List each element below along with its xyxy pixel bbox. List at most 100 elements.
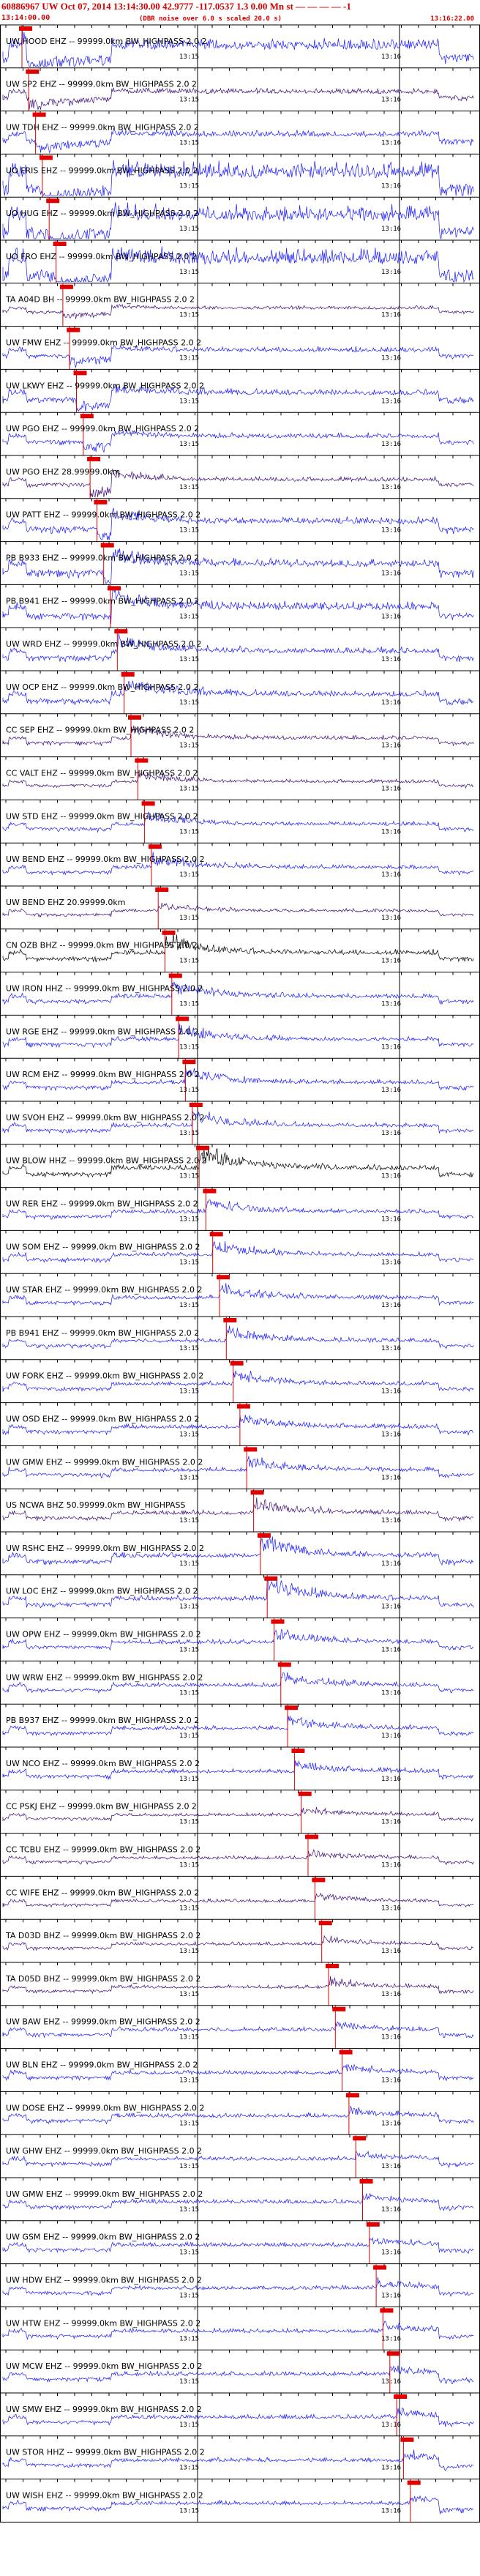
tick-label-1315: 13:15 — [179, 1604, 199, 1611]
tick-label-1316: 13:16 — [381, 1517, 401, 1525]
channel-label: CC PSKJ EHZ -- 99999.0km BW_HIGHPASS 2.0… — [6, 1802, 197, 1812]
channel-label: UW GSM EHZ -- 99999.0km BW_HIGHPASS 2.0 … — [6, 2233, 200, 2242]
tick-label-1316: 13:16 — [381, 226, 401, 233]
channel-trace: UW FORK EHZ -- 99999.0km BW_HIGHPASS 2.0… — [0, 1359, 480, 1403]
channel-label: UW PGO EHZ -- 99999.0km BW_HIGHPASS 2.0 … — [6, 424, 199, 433]
tick-label-1315: 13:15 — [179, 312, 199, 319]
tick-label-1316: 13:16 — [381, 2034, 401, 2041]
channel-trace: CN OZB BHZ -- 99999.0km BW_HIGHPASS 2.0 … — [0, 928, 480, 972]
tick-label-1316: 13:16 — [381, 1216, 401, 1224]
tick-label-1316: 13:16 — [381, 1776, 401, 1783]
tick-label-1316: 13:16 — [381, 656, 401, 663]
tick-label-1316: 13:16 — [381, 1560, 401, 1568]
tick-label-1315: 13:15 — [179, 1043, 199, 1051]
channel-trace: PB B933 EHZ -- 99999.0km BW_HIGHPASS 2.0… — [0, 541, 480, 585]
tick-label-1316: 13:16 — [381, 2508, 401, 2515]
channel-trace: UW GSM EHZ -- 99999.0km BW_HIGHPASS 2.0 … — [0, 2220, 480, 2264]
tick-label-1316: 13:16 — [381, 140, 401, 147]
tick-label-1316: 13:16 — [381, 1130, 401, 1137]
channel-trace: UW GMW EHZ -- 99999.0km BW_HIGHPASS 2.0 … — [0, 1445, 480, 1489]
tick-label-1316: 13:16 — [381, 1087, 401, 1094]
channel-label: TA D05D BHZ -- 99999.0km BW_HIGHPASS 2.0… — [5, 1974, 200, 1984]
tick-label-1316: 13:16 — [381, 1732, 401, 1740]
tick-label-1315: 13:15 — [179, 915, 199, 922]
tick-label-1316: 13:16 — [381, 1948, 401, 1955]
tick-label-1316: 13:16 — [381, 828, 401, 835]
tick-label-1315: 13:15 — [179, 1862, 199, 1869]
phase-pick — [326, 1964, 339, 1968]
channel-label: UW GHW EHZ -- 99999.0km BW_HIGHPASS 2.0 … — [6, 2146, 202, 2156]
phase-pick — [196, 1145, 210, 1150]
tick-label-1316: 13:16 — [381, 527, 401, 535]
channel-label: UW OPW EHZ -- 99999.0km BW_HIGHPASS 2.0 … — [6, 1630, 201, 1639]
channel-trace: UW HTW EHZ -- 99999.0km BW_HIGHPASS 2.0 … — [0, 2306, 480, 2350]
tick-label-1316: 13:16 — [381, 1259, 401, 1266]
tick-label-1316: 13:16 — [381, 1173, 401, 1180]
waveform — [2, 87, 474, 110]
channel-label: UW IRON HHZ -- 99999.0km BW_HIGHPASS 2.0… — [6, 984, 203, 994]
channel-trace: UW IRON HHZ -- 99999.0km BW_HIGHPASS 2.0… — [0, 972, 480, 1016]
channel-label: UW LOC EHZ -- 99999.0km BW_HIGHPASS 2.0 … — [6, 1587, 198, 1596]
tick-label-1315: 13:15 — [179, 1173, 199, 1180]
tick-label-1315: 13:15 — [179, 958, 199, 965]
channel-label: CC WIFE EHZ -- 99999.0km BW_HIGHPASS 2.0… — [6, 1888, 199, 1897]
channel-label: UW RGE EHZ -- 99999.0km BW_HIGHPASS 2.0 … — [6, 1027, 199, 1036]
phase-pick — [318, 1921, 332, 1926]
tick-label-1315: 13:15 — [179, 1776, 199, 1783]
channel-trace: US NCWA BHZ 50.99999.0km BW_HIGHPASS 13:1… — [0, 1488, 480, 1532]
tick-label-1316: 13:16 — [381, 786, 401, 793]
tick-label-1315: 13:15 — [179, 1474, 199, 1481]
tick-label-1315: 13:15 — [179, 53, 199, 61]
channel-label: UW WRW EHZ -- 99999.0km BW_HIGHPASS 2.0 … — [6, 1672, 203, 1682]
channel-label: PB B941 EHZ -- 99999.0km BW_HIGHPASS 2.0… — [6, 596, 199, 606]
channel-trace: UW FMW EHZ -- 99999.0km BW_HIGHPASS 2.0 … — [0, 326, 480, 370]
channel-label: UW OCP EHZ -- 99999.0km BW_HIGHPASS 2.0 … — [6, 682, 198, 692]
tick-label-1315: 13:15 — [179, 484, 199, 491]
tick-label-1315: 13:15 — [179, 97, 199, 104]
tick-label-1315: 13:15 — [179, 2378, 199, 2386]
phase-pick — [155, 887, 169, 892]
phase-pick — [394, 2394, 408, 2399]
channel-label: TA A04D BH -- 99999.0km BW_HIGHPASS 2.0 … — [5, 295, 195, 305]
channel-label: UW STOR HHZ -- 99999.0km BW_HIGHPASS 2.0… — [6, 2448, 205, 2457]
tick-label-1315: 13:15 — [179, 613, 199, 620]
phase-pick — [176, 1016, 190, 1021]
tick-label-1315: 13:15 — [179, 1517, 199, 1525]
channel-trace: PB B941 EHZ -- 99999.0km BW_HIGHPASS 2.0… — [0, 1316, 480, 1360]
channel-trace: CC WIFE EHZ -- 99999.0km BW_HIGHPASS 2.0… — [0, 1875, 480, 1920]
channel-label: UW WRD EHZ -- 99999.0km BW_HIGHPASS 2.0 … — [6, 639, 201, 649]
phase-pick — [366, 2222, 380, 2227]
phase-pick — [121, 672, 135, 677]
tick-label-1316: 13:16 — [381, 570, 401, 578]
channel-label: UW FMW EHZ -- 99999.0km BW_HIGHPASS 2.0 … — [6, 338, 201, 348]
tick-label-1315: 13:15 — [179, 269, 199, 276]
channel-trace: UW NCO EHZ -- 99999.0km BW_HIGHPASS 2.0 … — [0, 1746, 480, 1790]
channel-label: UW FORK EHZ -- 99999.0km BW_HIGHPASS 2.0… — [6, 1371, 203, 1381]
channel-label: UW RER EHZ -- 99999.0km BW_HIGHPASS 2.0 … — [6, 1199, 198, 1209]
tick-label-1315: 13:15 — [179, 2465, 199, 2472]
phase-pick — [108, 586, 121, 591]
phase-pick — [298, 1791, 312, 1796]
phase-pick — [312, 1877, 326, 1883]
channel-trace: UW SP2 EHZ -- 99999.0km BW_HIGHPASS 2.0 … — [0, 67, 480, 111]
channel-trace: UW BLN EHZ -- 99999.0km BW_HIGHPASS 2.0 … — [0, 2048, 480, 2092]
channel-trace: UW PGO EHZ -- 99999.0km BW_HIGHPASS 2.0 … — [0, 412, 480, 455]
tick-label-1316: 13:16 — [381, 2206, 401, 2214]
channel-label: UW DOSE EHZ -- 99999.0km BW_HIGHPASS 2.0… — [6, 2103, 205, 2112]
channel-trace: CC SEP EHZ -- 99999.0km BW_HIGHPASS 2.0 … — [0, 713, 480, 757]
tick-label-1316: 13:16 — [381, 441, 401, 448]
tick-label-1316: 13:16 — [381, 1388, 401, 1396]
phase-pick — [217, 1275, 230, 1280]
phase-pick — [67, 327, 80, 332]
channel-label: UW GMW EHZ -- 99999.0km BW_HIGHPASS 2.0 … — [6, 2189, 203, 2199]
phase-pick — [271, 1619, 285, 1624]
tick-label-1316: 13:16 — [381, 1991, 401, 1998]
tick-label-1315: 13:15 — [179, 1647, 199, 1654]
phase-pick — [209, 1232, 223, 1237]
tick-label-1315: 13:15 — [179, 656, 199, 663]
tick-label-1316: 13:16 — [381, 1001, 401, 1008]
waveform — [2, 588, 474, 624]
phase-pick — [257, 1533, 271, 1538]
tick-label-1315: 13:15 — [179, 2077, 199, 2085]
channel-label: UW LKWY EHZ -- 99999.0km BW_HIGHPASS 2.0… — [6, 381, 204, 390]
